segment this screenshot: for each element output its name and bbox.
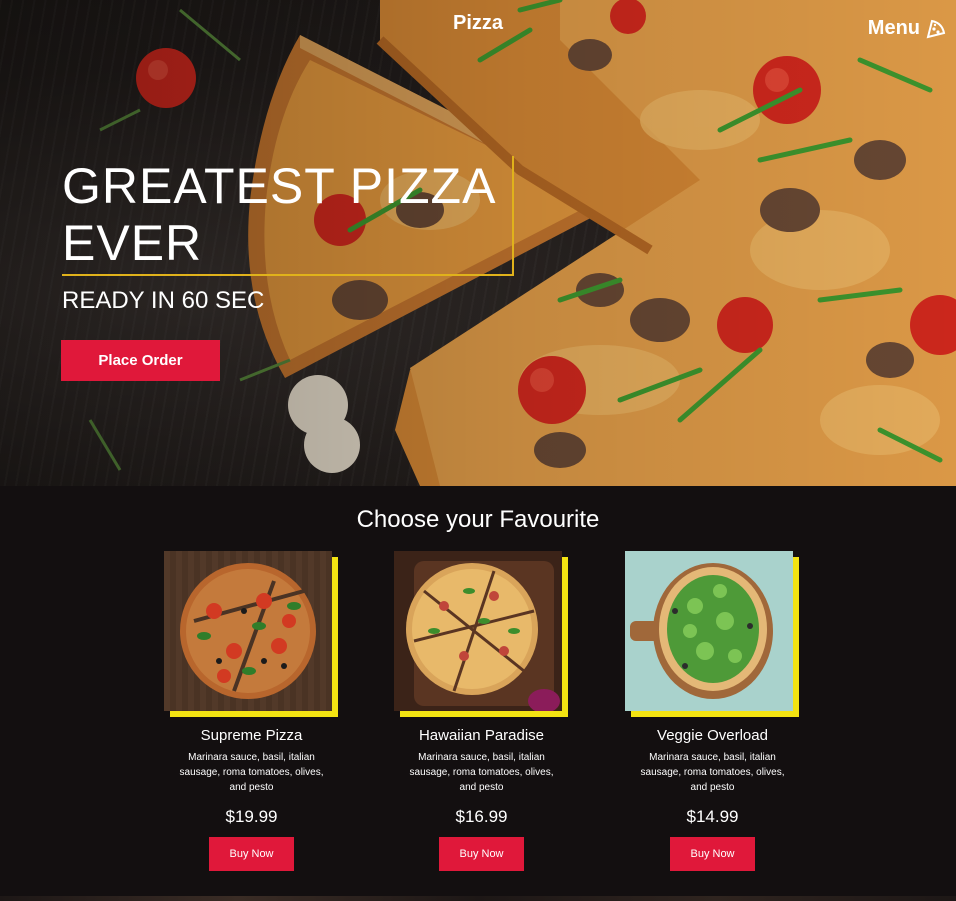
pizza-price: $19.99	[225, 807, 278, 826]
place-order-button[interactable]: Place Order	[61, 340, 220, 381]
hero-banner: Pizza Menu GREATEST PIZZA EVER READY IN …	[0, 0, 956, 486]
pizza-card-hawaiian: Hawaiian Paradise Marinara sauce, basil,…	[394, 551, 569, 871]
pizza-price: $14.99	[686, 807, 739, 826]
pizza-description: Marinara sauce, basil, italian sausage, …	[409, 752, 554, 793]
pizza-name: Supreme Pizza	[200, 727, 303, 744]
veggie-pizza-image[interactable]	[625, 551, 793, 711]
pizza-description: Marinara sauce, basil, italian sausage, …	[179, 752, 324, 793]
hero-headline: GREATEST PIZZA EVER	[62, 158, 494, 271]
hero-subline: READY IN 60 SEC	[62, 287, 265, 314]
pizza-name: Veggie Overload	[657, 727, 768, 744]
pizza-image-frame	[164, 551, 339, 717]
pizza-card-supreme: Supreme Pizza Marinara sauce, basil, ita…	[164, 551, 339, 871]
menu-label: Menu	[867, 17, 920, 39]
pizza-image-frame	[625, 551, 800, 717]
menu-button[interactable]: Menu	[868, 17, 946, 40]
supreme-pizza-image[interactable]	[164, 551, 332, 711]
brand-title[interactable]: Pizza	[0, 12, 956, 35]
section-title: Choose your Favourite	[356, 506, 600, 533]
pizza-name: Hawaiian Paradise	[418, 727, 545, 744]
pizza-description: Marinara sauce, basil, italian sausage, …	[640, 752, 785, 793]
buy-now-button[interactable]: Buy Now	[209, 837, 294, 871]
pizza-card-veggie: Veggie Overload Marinara sauce, basil, i…	[625, 551, 800, 871]
hawaiian-pizza-image[interactable]	[394, 551, 562, 711]
pizza-slice-icon	[926, 19, 946, 38]
buy-now-button[interactable]: Buy Now	[439, 837, 524, 871]
pizza-price: $16.99	[455, 807, 508, 826]
buy-now-button[interactable]: Buy Now	[670, 837, 755, 871]
next-section-edge	[0, 896, 956, 901]
pizza-image-frame	[394, 551, 569, 717]
